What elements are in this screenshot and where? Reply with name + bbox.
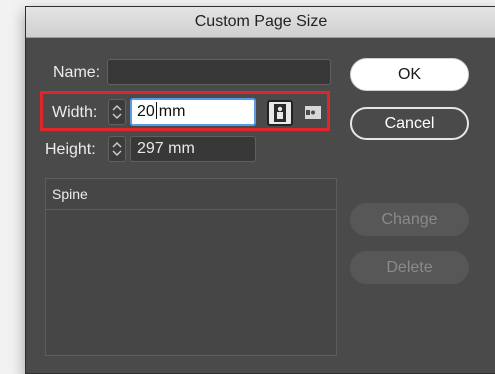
text-caret	[155, 102, 157, 119]
portrait-page-icon	[274, 104, 286, 122]
cancel-button[interactable]: Cancel	[350, 107, 469, 140]
width-input[interactable]: 20 mm	[130, 98, 256, 126]
portrait-orientation-button[interactable]	[267, 100, 293, 126]
height-input[interactable]: 297 mm	[130, 136, 256, 162]
stepper-arrows-icon	[112, 142, 122, 156]
stepper-arrows-icon	[112, 105, 122, 119]
width-stepper[interactable]	[108, 99, 126, 125]
width-value: 20	[137, 103, 155, 120]
page-size-list[interactable]: Spine	[45, 178, 337, 356]
list-item[interactable]: Spine	[46, 179, 336, 210]
name-label: Name:	[53, 64, 101, 81]
landscape-page-icon	[305, 106, 321, 119]
delete-button[interactable]: Delete	[350, 251, 469, 284]
ok-button[interactable]: OK	[350, 58, 469, 91]
height-label: Height:	[45, 141, 96, 158]
landscape-orientation-button[interactable]	[302, 102, 328, 128]
height-stepper[interactable]	[108, 136, 126, 162]
width-label: Width:	[52, 104, 98, 121]
width-unit: mm	[158, 103, 186, 120]
name-field[interactable]	[107, 59, 331, 85]
height-value: 297 mm	[137, 140, 195, 157]
dialog-title: Custom Page Size	[26, 7, 495, 38]
change-button[interactable]: Change	[350, 203, 469, 236]
